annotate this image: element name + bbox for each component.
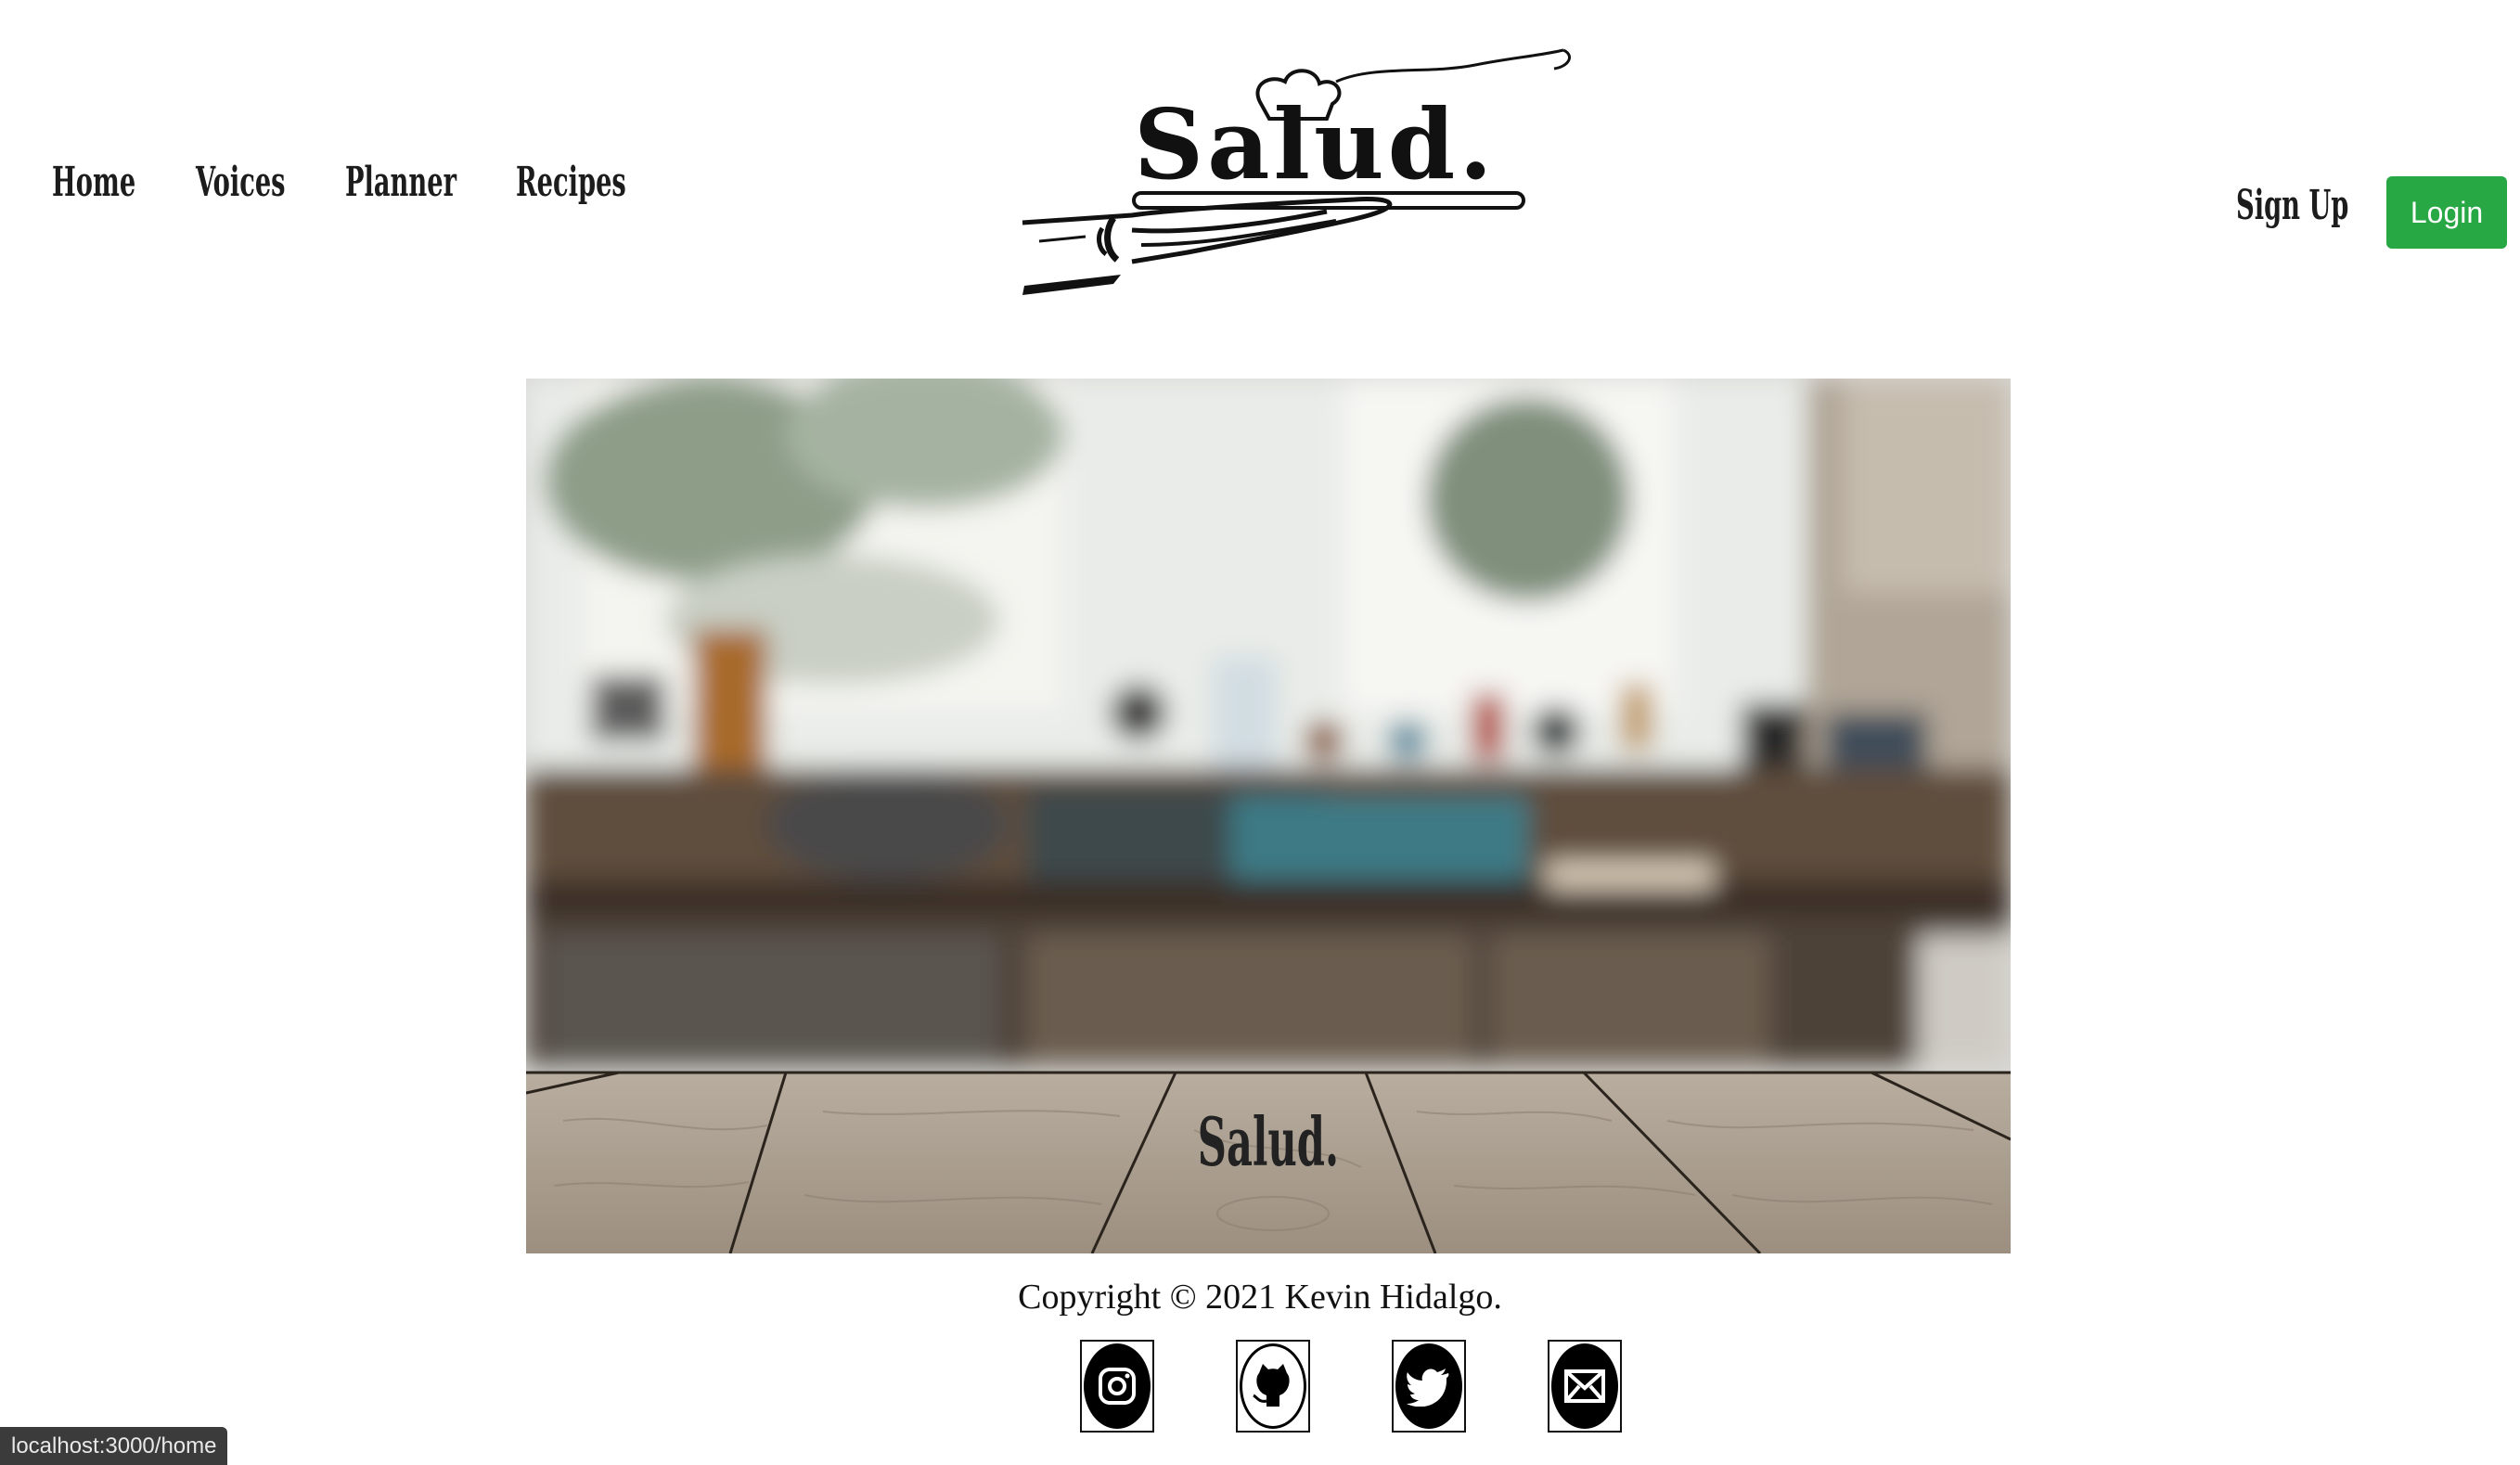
instagram-icon bbox=[1084, 1343, 1151, 1429]
github-link[interactable] bbox=[1236, 1340, 1310, 1433]
hero-title: Salud. bbox=[526, 1102, 2011, 1181]
browser-status-bar: localhost:3000/home bbox=[0, 1427, 228, 1465]
svg-text:Salud.: Salud. bbox=[1134, 87, 1497, 201]
login-button[interactable]: Login bbox=[2386, 176, 2507, 249]
email-icon bbox=[1551, 1343, 1618, 1429]
salud-logo[interactable]: Salud. bbox=[1021, 46, 1596, 315]
social-links bbox=[1080, 1340, 1627, 1433]
nav-voices-link[interactable]: Voices bbox=[196, 159, 286, 206]
nav-home-link[interactable]: Home bbox=[52, 159, 135, 206]
github-icon bbox=[1240, 1343, 1306, 1429]
chef-hand-logo-icon: Salud. bbox=[1022, 48, 1571, 295]
email-link[interactable] bbox=[1548, 1340, 1622, 1433]
nav-recipes-link[interactable]: Recipes bbox=[516, 159, 626, 206]
instagram-link[interactable] bbox=[1080, 1340, 1154, 1433]
nav-planner-link[interactable]: Planner bbox=[345, 159, 456, 206]
hero-title-text: Salud. bbox=[1197, 1102, 1340, 1181]
twitter-icon bbox=[1395, 1343, 1462, 1429]
signup-link[interactable]: Sign Up bbox=[2236, 182, 2348, 229]
copyright-text: Copyright © 2021 Kevin Hidalgo. bbox=[1018, 1278, 1502, 1317]
hero-banner: Salud. bbox=[526, 379, 2011, 1253]
twitter-link[interactable] bbox=[1392, 1340, 1466, 1433]
